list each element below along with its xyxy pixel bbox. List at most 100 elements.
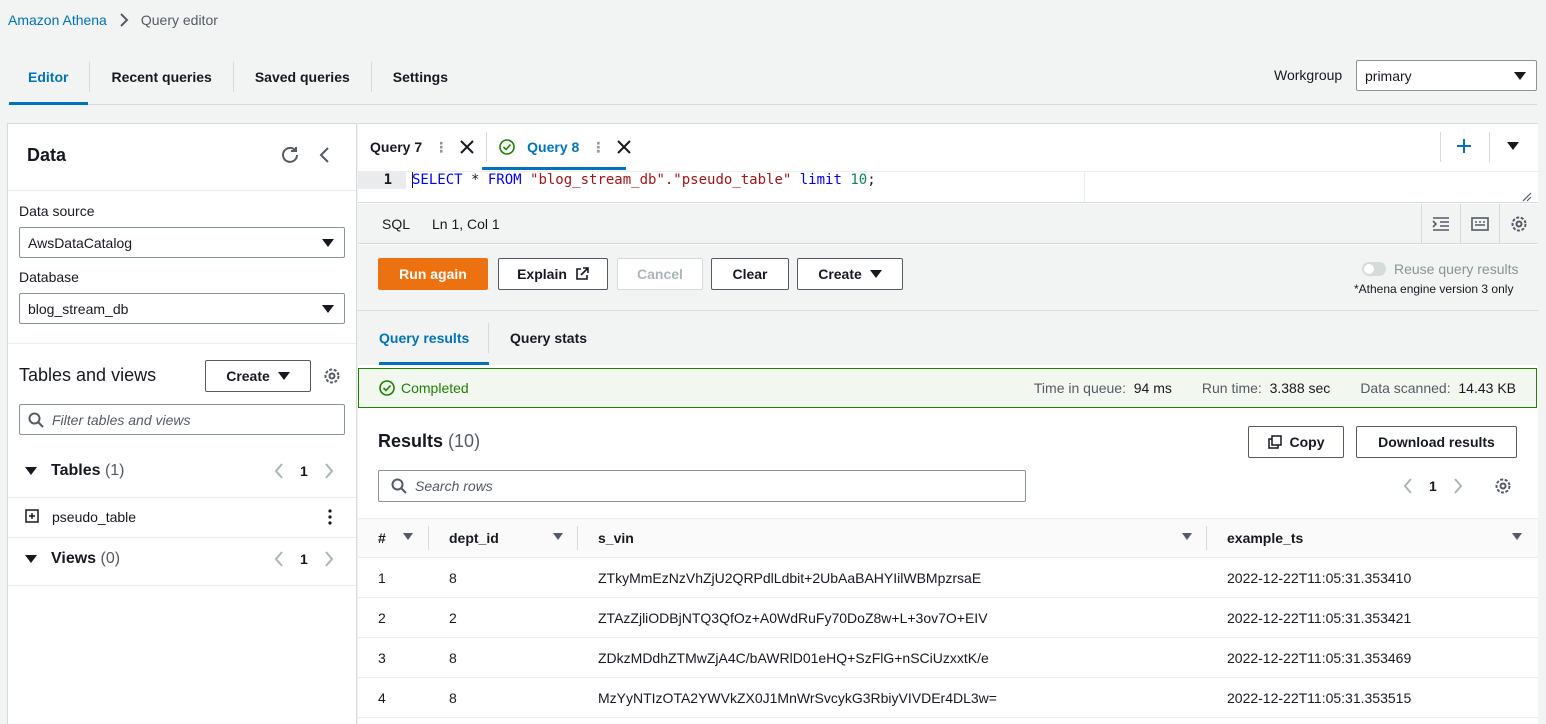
- runtime-value: 3.388 sec: [1269, 380, 1331, 396]
- add-tab-icon[interactable]: [1455, 137, 1473, 158]
- query-tab-8[interactable]: Query 8 ⋮: [487, 124, 643, 170]
- query-tab-label: Query 7: [370, 139, 423, 155]
- breadcrumb-amazon-athena[interactable]: Amazon Athena: [8, 12, 107, 28]
- drag-handle-icon[interactable]: ⋮: [591, 139, 605, 156]
- clear-button[interactable]: Clear: [711, 258, 789, 290]
- code-keyword: limit: [799, 172, 842, 188]
- column-header-dept-id[interactable]: dept_id: [449, 530, 499, 546]
- chevron-left-icon[interactable]: [274, 551, 284, 567]
- expand-icon[interactable]: [25, 509, 39, 526]
- reuse-results-toggle[interactable]: [1362, 262, 1386, 276]
- tab-recent-queries[interactable]: Recent queries: [90, 62, 234, 92]
- cancel-button[interactable]: Cancel: [617, 258, 703, 290]
- status-text: Completed: [401, 380, 469, 396]
- chevron-right-icon[interactable]: [1453, 478, 1463, 494]
- divider: [1440, 132, 1441, 162]
- gear-icon[interactable]: [323, 367, 341, 388]
- code-keyword: SELECT: [412, 172, 463, 188]
- filter-tables-input[interactable]: Filter tables and views: [19, 404, 345, 435]
- cell-s-vin: ZTkyMmEzNzVhZjU2QRPdlLdbit+2UbAaBAHYIilW…: [598, 570, 982, 586]
- column-separator[interactable]: [1206, 526, 1207, 550]
- caret-down-icon: [322, 238, 334, 247]
- column-header-index[interactable]: #: [378, 530, 386, 546]
- run-again-label: Run again: [399, 266, 467, 282]
- code-text: *: [462, 172, 488, 188]
- copy-button[interactable]: Copy: [1248, 426, 1344, 458]
- active-query-tab-indicator: [482, 167, 626, 170]
- sql-code[interactable]: SELECT * FROM "blog_stream_db"."pseudo_t…: [412, 171, 876, 189]
- create-table-button[interactable]: Create: [205, 360, 311, 392]
- tables-section-header[interactable]: Tables (1): [25, 462, 125, 480]
- data-source-select[interactable]: AwsDataCatalog: [19, 227, 345, 258]
- table-item-pseudo-table[interactable]: pseudo_table: [52, 509, 136, 525]
- create-button[interactable]: Create: [797, 258, 903, 290]
- search-rows-input[interactable]: Search rows: [378, 470, 1026, 502]
- tables-title: Tables: [51, 462, 101, 479]
- results-page[interactable]: 1: [1429, 478, 1437, 494]
- query-tab-7[interactable]: Query 7 ⋮: [358, 124, 486, 170]
- queue-label: Time in queue:: [1033, 380, 1126, 396]
- sort-icon[interactable]: [403, 533, 413, 540]
- close-icon[interactable]: [617, 140, 631, 154]
- run-again-button[interactable]: Run again: [378, 258, 488, 290]
- tab-separator: [488, 323, 489, 353]
- copy-icon: [1267, 435, 1282, 449]
- cell-dept-id: 2: [449, 610, 457, 626]
- download-results-button[interactable]: Download results: [1356, 426, 1517, 458]
- column-separator[interactable]: [428, 526, 429, 550]
- tab-editor[interactable]: Editor: [8, 62, 91, 92]
- active-tab-indicator: [9, 102, 88, 105]
- sort-icon[interactable]: [553, 533, 563, 540]
- chevron-right-icon[interactable]: [324, 551, 334, 567]
- chevron-left-icon[interactable]: [274, 463, 284, 479]
- tables-count: (1): [104, 462, 125, 479]
- explain-button[interactable]: Explain: [498, 258, 608, 290]
- settings-gear-icon[interactable]: [1499, 204, 1538, 244]
- data-source-value: AwsDataCatalog: [28, 234, 133, 251]
- keyboard-icon[interactable]: [1460, 204, 1499, 244]
- workgroup-label: Workgroup: [1274, 67, 1343, 83]
- caret-down-icon: [277, 372, 290, 380]
- cell-s-vin: ZDkzMDdhZTMwZjA4C/bAWRlD01eHQ+SzFlG+nSCi…: [598, 650, 989, 666]
- drag-handle-icon[interactable]: ⋮: [434, 139, 448, 156]
- more-options-icon[interactable]: [326, 508, 334, 529]
- workgroup-select[interactable]: primary: [1356, 60, 1537, 91]
- tab-query-stats[interactable]: Query stats: [510, 330, 587, 346]
- tables-page[interactable]: 1: [300, 463, 308, 479]
- format-query-icon[interactable]: [1421, 204, 1460, 244]
- tab-query-results[interactable]: Query results: [379, 330, 469, 346]
- database-select[interactable]: blog_stream_db: [19, 293, 345, 324]
- views-page[interactable]: 1: [300, 551, 308, 567]
- tabs-menu-caret-icon[interactable]: [1507, 142, 1519, 150]
- search-icon: [391, 478, 407, 494]
- cell-example-ts: 2022-12-22T11:05:31.353410: [1227, 570, 1412, 586]
- views-count: (0): [100, 550, 121, 567]
- close-icon[interactable]: [460, 140, 474, 154]
- copy-label: Copy: [1289, 434, 1325, 450]
- results-table-header: [358, 518, 1538, 558]
- tab-saved-queries[interactable]: Saved queries: [234, 62, 372, 92]
- column-header-s-vin[interactable]: s_vin: [598, 530, 634, 546]
- column-header-example-ts[interactable]: example_ts: [1227, 530, 1303, 546]
- cursor-position: Ln 1, Col 1: [432, 216, 500, 232]
- sort-icon[interactable]: [1182, 533, 1192, 540]
- tabs-divider: [8, 104, 1537, 105]
- query-tab-label: Query 8: [527, 139, 580, 155]
- caret-down-icon: [25, 467, 37, 475]
- tab-settings[interactable]: Settings: [372, 62, 469, 92]
- cell-s-vin: MzYyNTIzOTA2YWVkZX0J1MnWrSvcykG3RbiyVIVD…: [598, 690, 997, 706]
- runtime-label: Run time:: [1201, 380, 1262, 396]
- sort-icon[interactable]: [1512, 533, 1522, 540]
- chevron-right-icon[interactable]: [324, 463, 334, 479]
- column-separator[interactable]: [577, 526, 578, 550]
- tables-pagination: 1: [274, 463, 334, 479]
- caret-down-icon: [869, 270, 882, 278]
- resize-handle-icon[interactable]: [1522, 189, 1532, 205]
- tables-views-title: Tables and views: [19, 365, 157, 385]
- refresh-icon[interactable]: [280, 146, 300, 167]
- views-section-header[interactable]: Views (0): [25, 550, 120, 568]
- collapse-panel-icon[interactable]: [318, 146, 330, 167]
- chevron-left-icon[interactable]: [1403, 478, 1413, 494]
- clear-label: Clear: [732, 266, 768, 282]
- table-settings-gear-icon[interactable]: [1494, 477, 1512, 498]
